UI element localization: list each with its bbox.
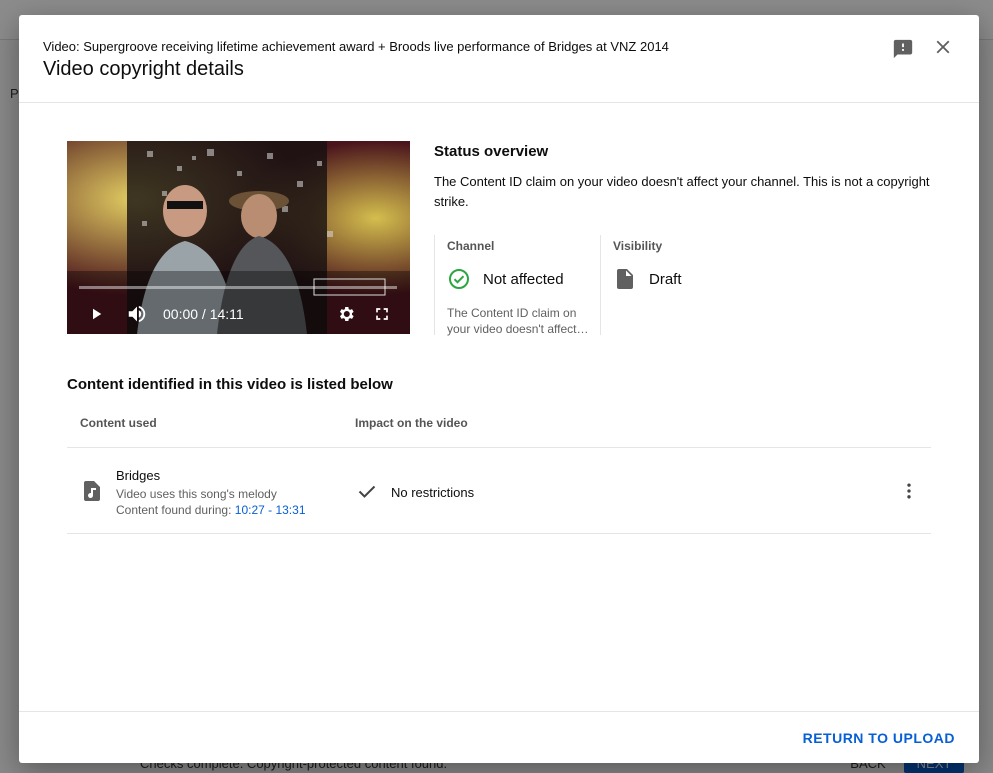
channel-label: Channel [447,239,495,253]
play-button[interactable] [85,301,107,327]
impact-value: No restrictions [391,485,475,500]
status-description: The Content ID claim on your video doesn… [434,174,930,209]
fullscreen-icon [376,308,388,320]
settings-icon [339,307,354,321]
video-progress-bar[interactable] [79,286,397,289]
visibility-label: Visibility [613,239,663,253]
row-actions-button[interactable] [895,477,923,505]
settings-button[interactable] [334,301,358,327]
volume-button[interactable] [125,301,149,327]
content-identified-heading: Content identified in this video is list… [67,376,393,393]
draft-file-icon [617,269,633,289]
close-icon [936,40,950,54]
content-title: Bridges [116,468,161,483]
video-player[interactable]: 00:00 / 14:11 [67,141,410,334]
content-found-during: Content found during: 10:27 - 13:31 [116,503,306,517]
visibility-value: Draft [649,271,682,288]
video-title-line: Video: Supergroove receiving lifetime ac… [43,39,669,54]
copyright-details-dialog: Video: Supergroove receiving lifetime ac… [19,15,979,763]
music-note-icon [84,481,100,501]
return-to-upload-button[interactable]: Return to upload [795,724,963,752]
check-icon [358,485,376,498]
column-content-used: Content used [80,416,157,430]
table-row: Bridges Video uses this song's melody Co… [67,449,931,534]
dialog-title: Video copyright details [43,58,244,80]
visibility-status-card: Visibility Draft [600,235,800,335]
column-impact: Impact on the video [355,416,468,430]
more-vert-icon [907,483,911,499]
feedback-icon [893,39,913,59]
channel-status-value: Not affected [483,271,564,288]
channel-note-line-1: The Content ID claim on [447,306,577,320]
status-overview-heading: Status overview [434,143,549,160]
channel-status-note: The Content ID claim on your video doesn… [447,305,589,337]
play-icon [93,308,102,320]
video-time: 00:00 / 14:11 [163,306,244,322]
check-circle-icon [449,269,469,289]
content-table-header: Content used Impact on the video [67,403,931,448]
close-button[interactable] [927,31,959,63]
content-found-label: Content found during: [116,503,232,517]
fullscreen-button[interactable] [370,301,394,327]
content-usage: Video uses this song's melody [116,487,277,501]
dialog-header: Video: Supergroove receiving lifetime ac… [19,15,979,103]
feedback-button[interactable] [887,33,919,65]
content-found-range-link[interactable]: 10:27 - 13:31 [235,503,306,517]
volume-icon [128,305,146,323]
dialog-footer: Return to upload [19,711,979,763]
channel-status-card: Channel Not affected The Content ID clai… [434,235,600,337]
channel-note-line-2: your video doesn't affect your channel. [447,322,589,336]
